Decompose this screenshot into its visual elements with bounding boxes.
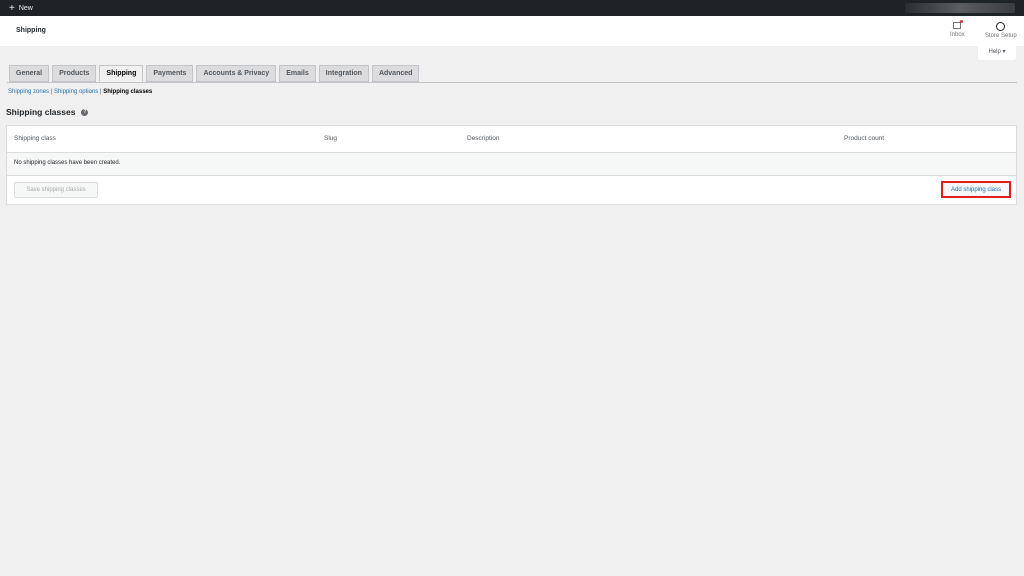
tab-payments[interactable]: Payments [146,65,194,82]
sub-navigation: Shipping zones | Shipping options | Ship… [8,89,153,95]
divider [7,82,1017,83]
shipping-classes-table: Shipping class Slug Description Product … [6,125,1017,205]
progress-circle-icon [996,22,1006,31]
inbox-icon [953,20,964,29]
inbox-button[interactable]: Inbox [950,20,965,38]
page-header: Shipping Inbox Store Setup [0,16,1024,46]
column-header: Shipping class [14,135,56,142]
page-title: Shipping [16,27,46,34]
caret-down-icon: ▾ [1002,49,1006,55]
help-button[interactable]: Help ▾ [978,46,1016,60]
settings-tabs: General Products Shipping Payments Accou… [9,65,420,82]
account-menu[interactable] [905,3,1015,13]
tab-products[interactable]: Products [52,65,97,82]
empty-row: No shipping classes have been created. [7,153,1016,176]
tab-shipping[interactable]: Shipping [99,65,144,82]
tab-general[interactable]: General [9,65,50,82]
shipping-classes-current: Shipping classes [103,89,153,95]
save-shipping-classes-button[interactable]: Save shipping classes [14,182,98,198]
table-header: Shipping class Slug Description Product … [7,126,1016,153]
admin-bar: + New [0,0,1024,16]
shipping-options-link[interactable]: Shipping options [54,89,98,95]
plus-icon: + [9,3,15,14]
column-header: Description [467,135,500,142]
tab-advanced[interactable]: Advanced [371,65,420,82]
help-icon[interactable]: ? [81,108,89,116]
column-header: Product count [844,135,885,142]
tab-emails[interactable]: Emails [279,65,316,82]
add-shipping-class-button[interactable]: Add shipping class [941,181,1011,198]
shipping-zones-link[interactable]: Shipping zones [8,89,49,95]
tab-integration[interactable]: Integration [318,65,369,82]
new-button[interactable]: + New [9,3,33,14]
tab-accounts-privacy[interactable]: Accounts & Privacy [196,65,277,82]
section-heading: Shipping classes? [6,107,89,117]
column-header: Slug [324,135,338,142]
store-setup-button[interactable]: Store Setup [985,21,1017,39]
